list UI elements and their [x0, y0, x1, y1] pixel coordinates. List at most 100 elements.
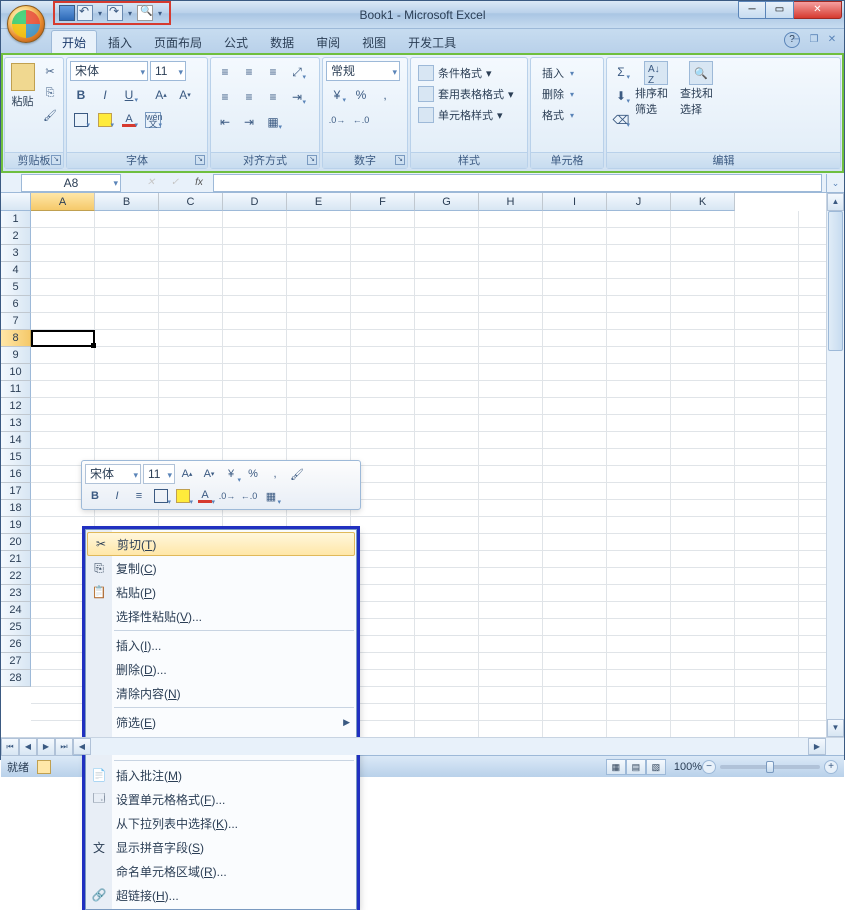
active-cell[interactable] [31, 330, 95, 347]
enter-icon[interactable]: ✓ [165, 175, 185, 191]
view-normal[interactable]: ▦ [606, 759, 626, 775]
column-header-C[interactable]: C [159, 193, 223, 211]
doc-minimize[interactable]: ─ [788, 32, 804, 48]
tab-home[interactable]: 开始 [51, 30, 97, 53]
menu-item-从下拉列表中选择[interactable]: 从下拉列表中选择(K)... [86, 811, 356, 835]
mini-align-center[interactable]: ≡ [129, 486, 149, 506]
mini-percent[interactable]: % [243, 464, 263, 484]
row-header-5[interactable]: 5 [1, 279, 31, 296]
clipboard-launcher[interactable]: ↘ [51, 155, 61, 165]
row-header-21[interactable]: 21 [1, 551, 31, 568]
row-header-17[interactable]: 17 [1, 483, 31, 500]
paste-button[interactable]: 粘贴 [8, 61, 37, 111]
row-header-27[interactable]: 27 [1, 653, 31, 670]
mini-shrink-font[interactable]: A▾ [199, 464, 219, 484]
mini-inc-decimal[interactable]: .0→ [217, 486, 237, 506]
font-launcher[interactable]: ↘ [195, 155, 205, 165]
grow-font-button[interactable]: A▴ [150, 84, 172, 106]
row-header-7[interactable]: 7 [1, 313, 31, 330]
menu-item-复制[interactable]: ⎘复制(C) [86, 556, 356, 580]
doc-close[interactable]: ✕ [824, 32, 840, 48]
underline-button[interactable]: U [118, 84, 140, 106]
view-page-break[interactable]: ▧ [646, 759, 666, 775]
qat-customize-dropdown[interactable]: ▾ [155, 5, 165, 21]
bold-button[interactable]: B [70, 84, 92, 106]
menu-item-显示拼音字段[interactable]: 文显示拼音字段(S) [86, 835, 356, 859]
row-header-15[interactable]: 15 [1, 449, 31, 466]
insert-cells[interactable]: 插入 [536, 63, 576, 83]
border-button[interactable] [70, 109, 92, 131]
menu-item-剪切[interactable]: ✂剪切(T) [87, 532, 355, 556]
mini-size-combo[interactable]: 11 [143, 464, 175, 484]
tab-developer[interactable]: 开发工具 [397, 30, 467, 53]
column-header-B[interactable]: B [95, 193, 159, 211]
decrease-indent[interactable]: ⇤ [214, 111, 236, 133]
fill-button[interactable]: ⬇ [610, 85, 632, 107]
tab-insert[interactable]: 插入 [97, 30, 143, 53]
row-header-11[interactable]: 11 [1, 381, 31, 398]
hscroll-left[interactable]: ◀ [73, 738, 91, 755]
row-header-1[interactable]: 1 [1, 211, 31, 228]
tab-page-layout[interactable]: 页面布局 [143, 30, 213, 53]
redo-dropdown[interactable]: ▾ [125, 5, 135, 21]
font-name-combo[interactable]: 宋体 [70, 61, 148, 81]
merge-button[interactable]: ▦ [262, 111, 284, 133]
tab-review[interactable]: 审阅 [305, 30, 351, 53]
row-header-8[interactable]: 8 [1, 330, 31, 347]
comma-button[interactable]: , [374, 84, 396, 106]
row-header-23[interactable]: 23 [1, 585, 31, 602]
menu-item-粘贴[interactable]: 📋粘贴(P) [86, 580, 356, 604]
wrap-text-button[interactable]: ⇥ [286, 86, 308, 108]
copy-button[interactable]: ⎘ [40, 83, 60, 103]
zoom-in[interactable]: + [824, 760, 838, 774]
align-middle[interactable]: ≡ [238, 61, 260, 83]
row-header-24[interactable]: 24 [1, 602, 31, 619]
align-center[interactable]: ≡ [238, 86, 260, 108]
close-button[interactable]: ✕ [794, 1, 842, 19]
row-header-25[interactable]: 25 [1, 619, 31, 636]
row-header-4[interactable]: 4 [1, 262, 31, 279]
menu-item-插入[interactable]: 插入(I)... [86, 633, 356, 657]
mini-dec-decimal[interactable]: ←.0 [239, 486, 259, 506]
undo-dropdown[interactable]: ▾ [95, 5, 105, 21]
view-page-layout[interactable]: ▤ [626, 759, 646, 775]
find-select-button[interactable]: 🔍查找和选择 [680, 61, 722, 117]
column-header-D[interactable]: D [223, 193, 287, 211]
maximize-button[interactable]: ▭ [766, 1, 794, 19]
zoom-slider[interactable] [720, 765, 820, 769]
row-header-26[interactable]: 26 [1, 636, 31, 653]
row-header-3[interactable]: 3 [1, 245, 31, 262]
mini-merge[interactable]: ▦ [261, 486, 281, 506]
tab-view[interactable]: 视图 [351, 30, 397, 53]
mini-bold[interactable]: B [85, 486, 105, 506]
sheet-nav-first[interactable]: ⏮ [1, 738, 19, 756]
increase-decimal[interactable]: .0→ [326, 109, 348, 131]
menu-item-删除[interactable]: 删除(D)... [86, 657, 356, 681]
row-header-28[interactable]: 28 [1, 670, 31, 687]
print-preview-icon[interactable] [137, 5, 153, 21]
scroll-up[interactable]: ▲ [827, 193, 844, 211]
tab-data[interactable]: 数据 [259, 30, 305, 53]
format-painter-button[interactable]: 🖌 [40, 105, 60, 125]
percent-button[interactable]: % [350, 84, 372, 106]
office-button[interactable] [7, 5, 45, 43]
tab-formulas[interactable]: 公式 [213, 30, 259, 53]
menu-item-命名单元格区域[interactable]: 命名单元格区域(R)... [86, 859, 356, 883]
delete-cells[interactable]: 删除 [536, 84, 576, 104]
menu-item-清除内容[interactable]: 清除内容(N) [86, 681, 356, 705]
menu-item-筛选[interactable]: 筛选(E)▶ [86, 710, 356, 734]
column-header-F[interactable]: F [351, 193, 415, 211]
sheet-nav-next[interactable]: ▶ [37, 738, 55, 756]
menu-item-超链接[interactable]: 🔗超链接(H)... [86, 883, 356, 907]
zoom-out[interactable]: − [702, 760, 716, 774]
scroll-down[interactable]: ▼ [827, 719, 844, 737]
mini-fill-color[interactable] [173, 486, 193, 506]
mini-accounting[interactable]: ¥ [221, 464, 241, 484]
column-header-K[interactable]: K [671, 193, 735, 211]
align-right[interactable]: ≡ [262, 86, 284, 108]
format-as-table[interactable]: 套用表格格式 ▾ [416, 84, 516, 104]
macro-record-icon[interactable] [37, 760, 51, 774]
row-header-22[interactable]: 22 [1, 568, 31, 585]
mini-grow-font[interactable]: A▴ [177, 464, 197, 484]
orientation-button[interactable]: ⤢ [286, 61, 308, 83]
